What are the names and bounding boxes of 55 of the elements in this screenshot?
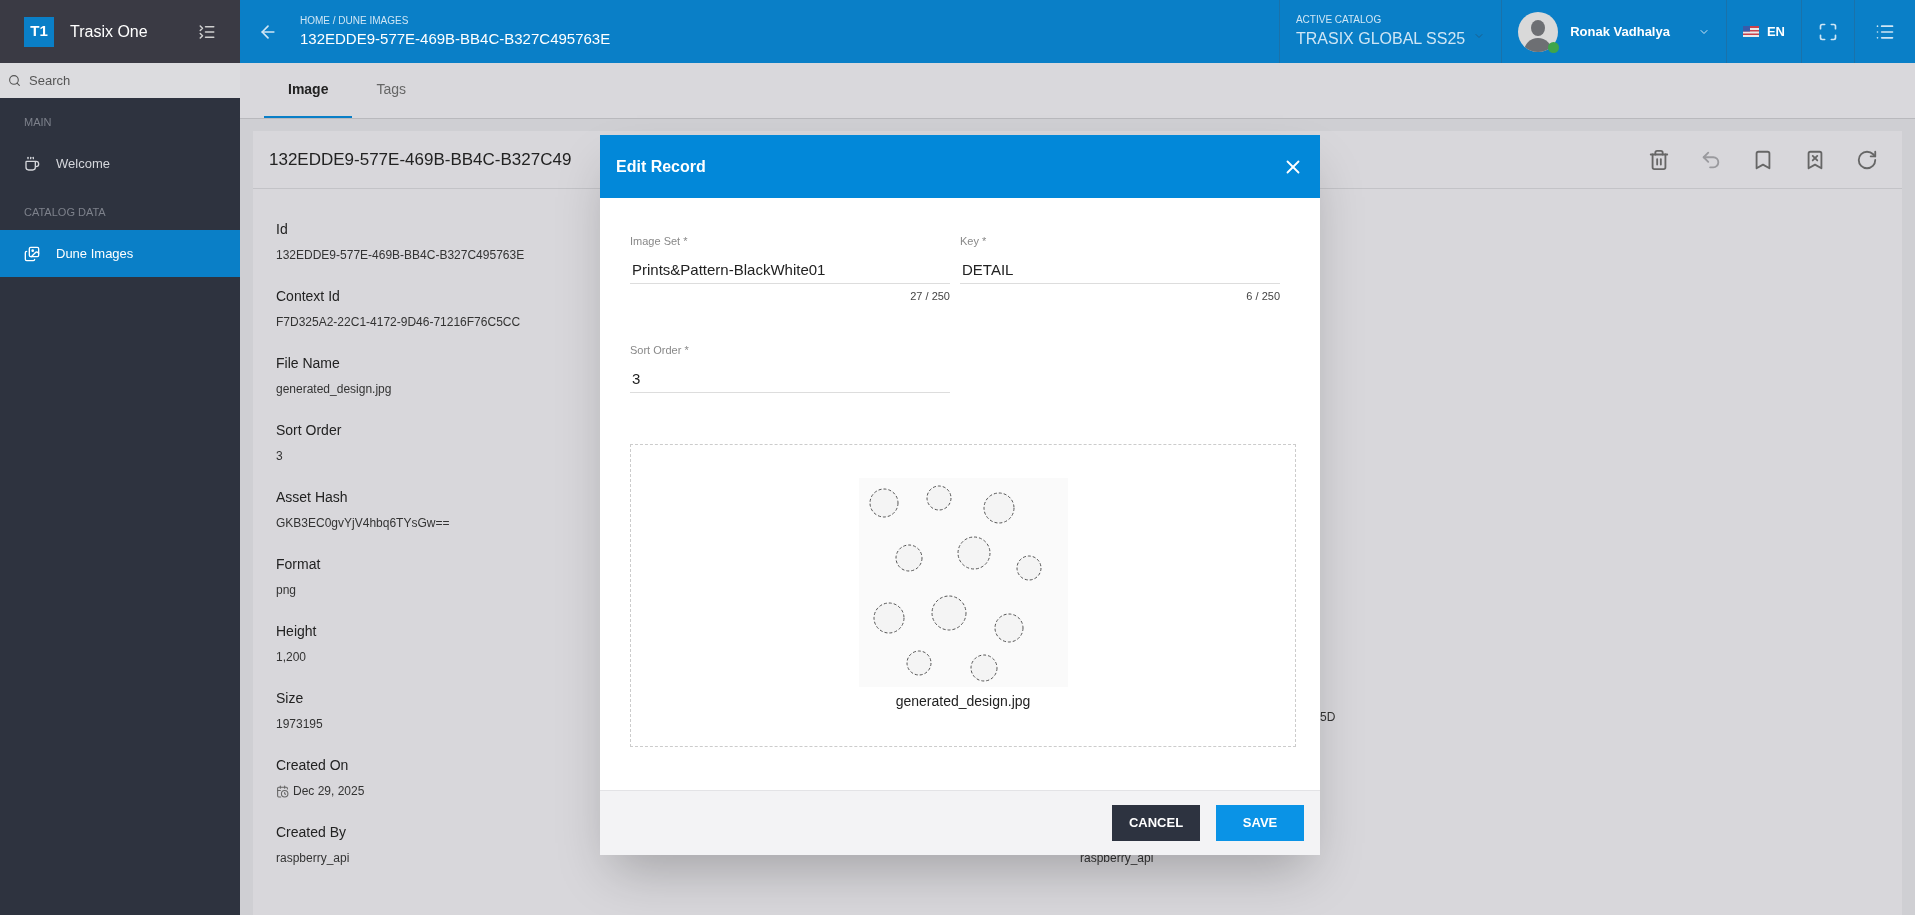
sidebar-item[interactable]: Dune Images bbox=[0, 230, 240, 277]
collapse-icon[interactable] bbox=[198, 22, 216, 41]
field-label: Context Id bbox=[276, 287, 340, 306]
field-label: File Name bbox=[276, 354, 340, 373]
input-field[interactable]: DETAIL bbox=[960, 255, 1280, 284]
app-name: Trasix One bbox=[70, 21, 148, 42]
section-heading: CATALOG DATA bbox=[23, 204, 107, 220]
upload-area[interactable]: generated_design.jpg bbox=[630, 443, 1296, 747]
tab[interactable]: Image bbox=[264, 63, 353, 118]
field-label: Sort Order bbox=[276, 421, 342, 440]
field-label: Created By bbox=[276, 823, 347, 842]
page-title: 132EDDE9-577E-469B-BB4C-B327C495763E bbox=[300, 28, 611, 49]
field-label: Format bbox=[276, 555, 321, 574]
field-value: generated_design.jpg bbox=[276, 381, 392, 398]
input-field[interactable]: 3 bbox=[630, 364, 950, 393]
fullscreen-icon[interactable] bbox=[1818, 21, 1838, 42]
field-label: Image Set * bbox=[630, 234, 688, 249]
cup-icon bbox=[24, 156, 40, 172]
tab[interactable]: Tags bbox=[352, 63, 431, 118]
field-label: Key * bbox=[960, 234, 987, 249]
breadcrumb: HOME / DUNE IMAGES bbox=[300, 13, 410, 28]
field-value: 132EDDE9-577E-469B-BB4C-B327C495763E bbox=[276, 247, 525, 264]
field-label: Asset Hash bbox=[276, 488, 348, 507]
field-value: GKB3EC0gvYjV4hbq6TYsGw== bbox=[276, 515, 450, 532]
field-value: 5D bbox=[1320, 709, 1336, 726]
avatar bbox=[1518, 11, 1559, 52]
flag-icon bbox=[1742, 26, 1759, 37]
field-value: png bbox=[276, 582, 297, 599]
field-value: Dec 29, 2025 bbox=[293, 783, 365, 800]
trash-icon[interactable] bbox=[1648, 148, 1670, 171]
field-value: 1973195 bbox=[276, 716, 323, 733]
character-counter: 27 / 250 bbox=[910, 288, 950, 304]
input-field[interactable]: Prints&Pattern-BlackWhite01 bbox=[630, 255, 950, 284]
field-value: 1,200 bbox=[276, 649, 307, 666]
field-label: Created On bbox=[276, 756, 349, 775]
character-counter: 6 / 250 bbox=[1246, 288, 1280, 304]
field-value: raspberry_api bbox=[1080, 850, 1154, 867]
sidebar-item[interactable]: Welcome bbox=[0, 140, 240, 188]
section-heading: MAIN bbox=[23, 115, 53, 130]
field-value: 3 bbox=[276, 448, 283, 465]
app-logo: T1 bbox=[24, 16, 54, 47]
field-label: Size bbox=[276, 689, 304, 708]
file-name: generated_design.jpg bbox=[895, 692, 1031, 711]
search-icon bbox=[8, 74, 21, 87]
record-title: 132EDDE9-577E-469B-BB4C-B327C49 bbox=[269, 148, 572, 171]
dialog-title: Edit Record bbox=[616, 156, 706, 177]
field-label: Sort Order * bbox=[630, 343, 689, 358]
refresh-icon[interactable] bbox=[1856, 148, 1878, 171]
field-value: raspberry_api bbox=[276, 850, 350, 867]
calendar-icon bbox=[276, 784, 289, 798]
field-label: Id bbox=[276, 220, 288, 239]
cancel-button[interactable]: CANCEL bbox=[1112, 805, 1200, 841]
images-icon bbox=[24, 245, 40, 262]
field-label: Height bbox=[276, 622, 317, 641]
field-value: F7D325A2-22C1-4172-9D46-71216F76C5CC bbox=[276, 314, 521, 331]
